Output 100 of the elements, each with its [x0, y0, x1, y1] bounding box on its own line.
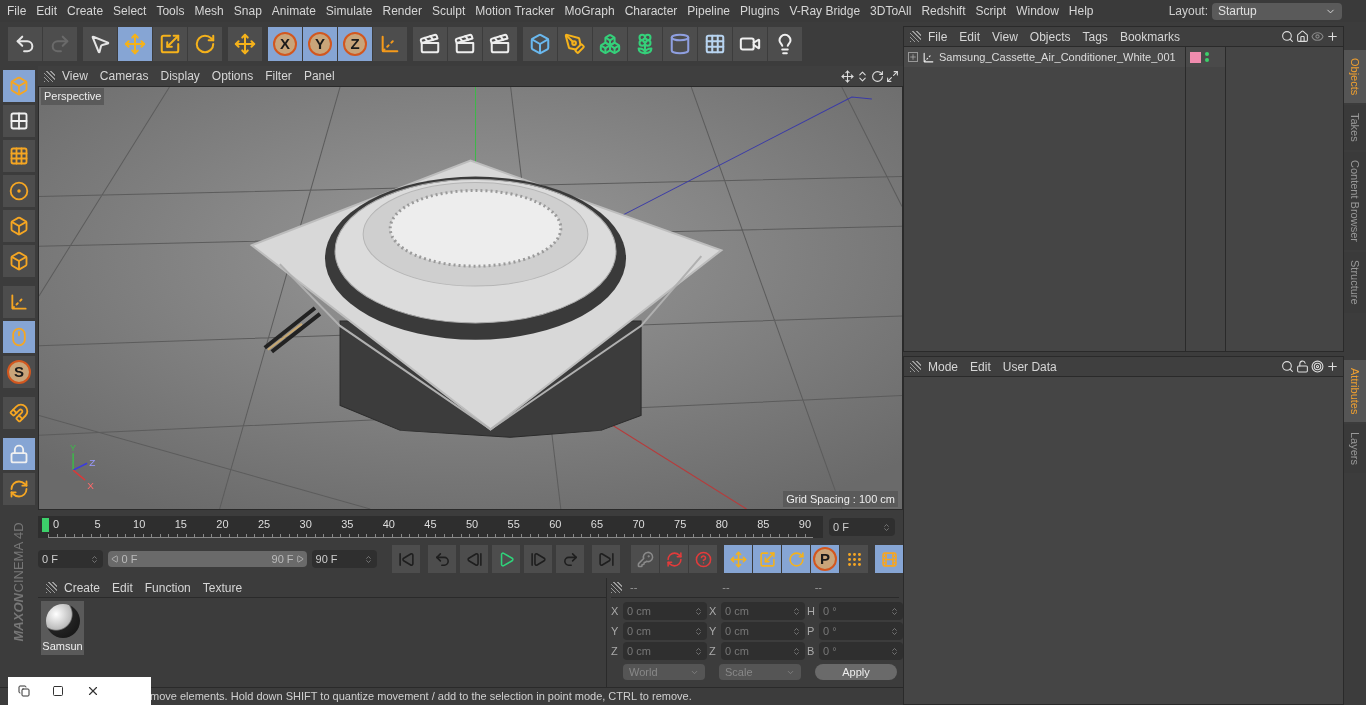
pen-tool-button[interactable]	[558, 27, 592, 61]
side-tab[interactable]: Attributes	[1344, 359, 1366, 422]
menu-item[interactable]: Sculpt	[426, 2, 471, 20]
workplane-orient-button[interactable]	[3, 473, 35, 505]
move-tool-button[interactable]	[228, 27, 262, 61]
left-arrow-icon[interactable]	[111, 555, 120, 563]
material-swatch[interactable]: Samsun	[41, 601, 84, 655]
menu-item[interactable]: Edit	[954, 27, 986, 46]
menu-item[interactable]: Mesh	[189, 2, 229, 20]
viewport[interactable]: Perspective Y Z X Grid Spacing : 100 cm	[38, 86, 903, 510]
rotate-tool-button[interactable]	[188, 27, 222, 61]
axis-toggle-button[interactable]: Y	[303, 27, 337, 61]
menu-item[interactable]: Pipeline	[682, 2, 736, 20]
material-tag-icon[interactable]	[1190, 51, 1201, 63]
target-icon[interactable]	[1311, 360, 1324, 373]
menu-item[interactable]: Animate	[266, 2, 321, 20]
layout-dropdown[interactable]: Startup	[1212, 2, 1342, 20]
texture-mode-button[interactable]	[3, 105, 35, 137]
right-arrow-icon[interactable]	[295, 555, 304, 563]
new-panel-icon[interactable]	[1326, 360, 1339, 373]
axis-toggle-button[interactable]: X	[268, 27, 302, 61]
menu-item[interactable]: MoGraph	[559, 2, 620, 20]
start-frame-field[interactable]: 0 F	[38, 550, 104, 568]
new-panel-icon[interactable]	[1326, 30, 1339, 43]
menu-item[interactable]: Options	[206, 67, 259, 85]
menu-item[interactable]: Panel	[298, 67, 340, 85]
pla-key-button[interactable]	[840, 545, 868, 573]
pan-view-icon[interactable]	[841, 69, 854, 83]
menu-item[interactable]: Select	[108, 2, 152, 20]
menu-item[interactable]: Snap	[228, 2, 267, 20]
deformer-button[interactable]	[663, 27, 697, 61]
axis-toggle-button[interactable]: P	[811, 545, 839, 573]
menu-item[interactable]: Bookmarks	[1114, 27, 1185, 46]
render-view-button[interactable]	[413, 27, 447, 61]
search-icon[interactable]	[1281, 30, 1294, 43]
scale-tool-button[interactable]	[153, 27, 187, 61]
subdivision-button[interactable]	[593, 27, 627, 61]
menu-item[interactable]: Filter	[260, 67, 297, 85]
menu-item[interactable]: Window	[1011, 2, 1064, 20]
floor-button[interactable]	[698, 27, 732, 61]
coordinate-system-button[interactable]	[373, 27, 407, 61]
timeline-ruler[interactable]: 0 5 10 15 20 25 30 35 40 45 50 55 60 65 70 75 80 85 90	[38, 516, 823, 538]
menu-item[interactable]: Motion Tracker	[470, 2, 560, 20]
menu-item[interactable]: Script	[970, 2, 1012, 20]
render-button[interactable]	[448, 27, 482, 61]
playhead-marker[interactable]	[42, 518, 49, 532]
menu-item[interactable]: Help	[1063, 2, 1099, 20]
snap-button[interactable]	[3, 397, 35, 429]
menu-item[interactable]: Function	[139, 578, 196, 597]
menu-item[interactable]: 3DToAll	[865, 2, 917, 20]
undo-button[interactable]	[8, 27, 42, 61]
menu-item[interactable]: Tools	[151, 2, 190, 20]
menu-item[interactable]: Create	[59, 578, 106, 597]
object-row[interactable]: Samsung_Cassette_Air_Conditioner_White_001	[904, 47, 1185, 67]
cube-button[interactable]	[523, 27, 557, 61]
menu-item[interactable]: File	[923, 27, 953, 46]
polygons-mode-button[interactable]	[3, 245, 35, 277]
menu-item[interactable]: View	[987, 27, 1023, 46]
menu-item[interactable]: File	[2, 2, 32, 20]
visibility-dots-icon[interactable]	[1205, 52, 1209, 62]
menu-item[interactable]: Redshift	[916, 2, 971, 20]
axis-toggle-button[interactable]: Z	[338, 27, 372, 61]
search-icon[interactable]	[1281, 360, 1294, 373]
points-mode-button[interactable]	[3, 175, 35, 207]
end-frame-field[interactable]: 90 F	[311, 550, 377, 568]
menu-item[interactable]: Tags	[1077, 27, 1113, 46]
axis-toggle-button[interactable]: S	[3, 356, 35, 388]
menu-item[interactable]: Character	[619, 2, 683, 20]
menu-item[interactable]: Edit	[107, 578, 138, 597]
axis-mode-button[interactable]	[3, 286, 35, 318]
menu-item[interactable]: Edit	[31, 2, 63, 20]
unlock-icon[interactable]	[1296, 360, 1309, 373]
play-button[interactable]	[492, 545, 520, 573]
cloner-button[interactable]	[628, 27, 662, 61]
zoom-view-icon[interactable]	[856, 69, 869, 83]
edges-mode-button[interactable]	[3, 210, 35, 242]
menu-item[interactable]: Texture	[197, 578, 248, 597]
menu-item[interactable]: Objects	[1024, 27, 1076, 46]
maximize-window-icon[interactable]	[52, 685, 64, 697]
close-icon[interactable]	[86, 684, 100, 698]
menu-item[interactable]: V-Ray Bridge	[784, 2, 866, 20]
render-settings-button[interactable]	[483, 27, 517, 61]
light-button[interactable]	[768, 27, 802, 61]
side-tab[interactable]: Objects	[1344, 50, 1366, 104]
expand-icon[interactable]	[908, 52, 918, 62]
apply-button[interactable]: Apply	[815, 664, 897, 680]
menu-item[interactable]: Create	[62, 2, 109, 20]
menu-item[interactable]: Cameras	[94, 67, 154, 85]
menu-item[interactable]: User Data	[997, 357, 1062, 376]
camera-button[interactable]	[733, 27, 767, 61]
record-key-button[interactable]	[631, 545, 659, 573]
menu-item[interactable]: Render	[377, 2, 427, 20]
menu-item[interactable]: Simulate	[320, 2, 378, 20]
menu-item[interactable]: Mode	[923, 357, 964, 376]
select-tool-button[interactable]	[83, 27, 117, 61]
menu-item[interactable]: Plugins	[735, 2, 785, 20]
maximize-view-icon[interactable]	[886, 69, 899, 83]
current-frame-field[interactable]: 0 F	[829, 518, 895, 536]
menu-item[interactable]: Display	[155, 67, 205, 85]
menu-item[interactable]: View	[57, 67, 93, 85]
